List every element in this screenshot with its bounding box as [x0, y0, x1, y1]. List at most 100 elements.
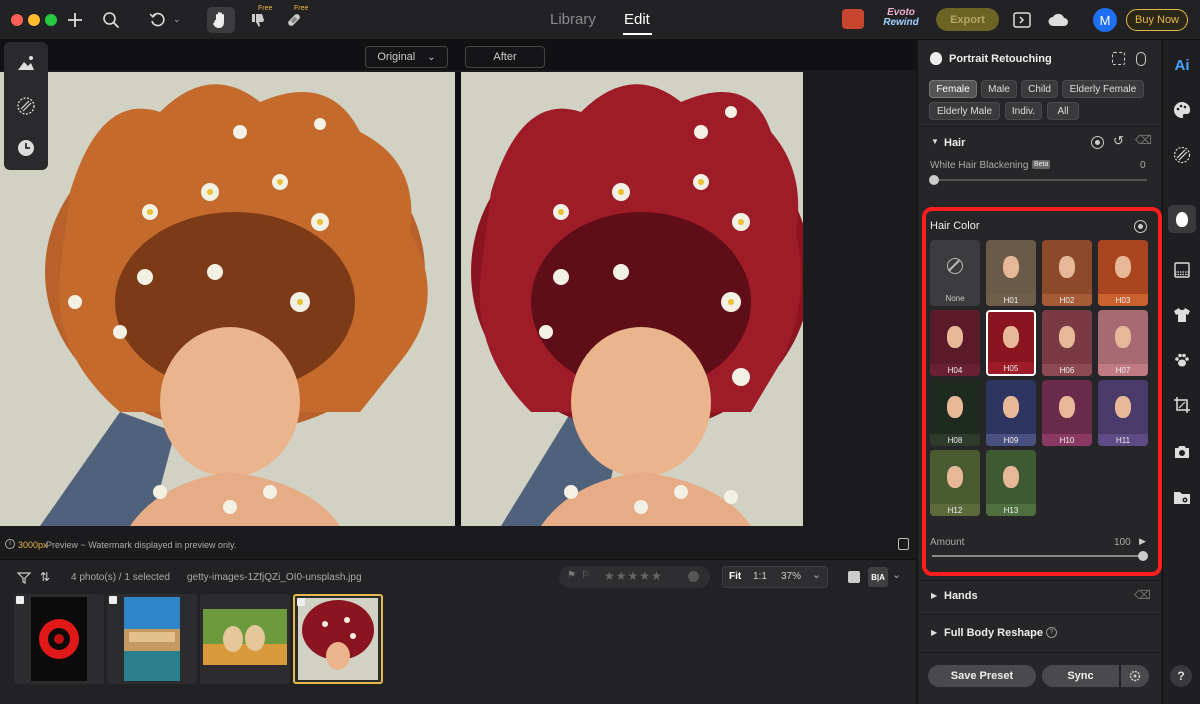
zoom-fit-button[interactable]: Fit: [729, 571, 741, 582]
swatch-h13[interactable]: H13: [986, 450, 1036, 516]
edited-badge-icon: [109, 596, 117, 604]
swatch-h11[interactable]: H11: [1098, 380, 1148, 446]
preset-chip-indiv[interactable]: Indiv.: [1005, 102, 1042, 120]
dislike-tool-button[interactable]: Free: [246, 5, 272, 32]
white-hair-slider-thumb[interactable]: [929, 175, 939, 185]
crop-icon[interactable]: [1172, 395, 1192, 415]
help-button[interactable]: ?: [1170, 665, 1192, 687]
amount-expand-icon[interactable]: ▶: [1139, 536, 1146, 547]
hands-expand-triangle-icon[interactable]: ▶: [931, 591, 937, 600]
swatch-h04[interactable]: H04: [930, 310, 980, 376]
maximize-window-button[interactable]: [45, 14, 57, 26]
eraser-icon[interactable]: ⌫: [1134, 588, 1151, 602]
single-view-icon[interactable]: [848, 571, 860, 583]
portrait-module-button-active[interactable]: [1168, 205, 1196, 233]
swatch-h12[interactable]: H12: [930, 450, 980, 516]
tab-edit[interactable]: Edit: [624, 11, 650, 28]
sidebar-toggle-icon[interactable]: [1010, 8, 1034, 32]
texture-icon[interactable]: [16, 96, 36, 116]
sync-button[interactable]: Sync: [1042, 665, 1119, 687]
face-select-icon[interactable]: [1112, 52, 1125, 65]
preset-chip-child[interactable]: Child: [1021, 80, 1058, 98]
after-photo[interactable]: [461, 72, 803, 526]
add-icon[interactable]: [63, 8, 87, 32]
thumbnail-dogs[interactable]: [200, 594, 290, 684]
search-icon[interactable]: [99, 8, 123, 32]
eye-icon[interactable]: [1134, 220, 1147, 233]
ai-tool-icon[interactable]: Ai: [1172, 55, 1192, 75]
amount-slider-track[interactable]: [932, 555, 1142, 557]
help-circle-icon[interactable]: ?: [1046, 627, 1057, 638]
buy-now-button[interactable]: Buy Now: [1126, 9, 1188, 31]
zoom-1-1-button[interactable]: 1:1: [753, 571, 767, 582]
zoom-level[interactable]: 37%: [781, 571, 801, 582]
thumbnail-hair-portrait-selected[interactable]: [293, 594, 383, 684]
white-hair-slider-track[interactable]: [932, 179, 1147, 181]
hair-collapse-triangle-icon[interactable]: ▼: [931, 137, 939, 146]
landscape-adjust-icon[interactable]: [16, 54, 36, 74]
split-view-icon[interactable]: [898, 538, 909, 550]
paw-icon[interactable]: [1172, 350, 1192, 370]
eye-icon[interactable]: [1091, 136, 1104, 149]
swatch-none[interactable]: None: [930, 240, 980, 306]
swatch-h08[interactable]: H08: [930, 380, 980, 446]
zoom-chevron-icon[interactable]: ⌄: [812, 568, 821, 581]
amount-slider-thumb[interactable]: [1138, 551, 1148, 561]
history-clock-icon[interactable]: [16, 138, 36, 158]
avatar[interactable]: M: [1093, 8, 1117, 32]
swatch-h05-selected[interactable]: H05: [986, 310, 1036, 376]
background-icon[interactable]: [1172, 260, 1192, 280]
swatch-h06[interactable]: H06: [1042, 310, 1092, 376]
preset-chip-elderly-male[interactable]: Elderly Male: [929, 102, 1000, 120]
folder-view-icon[interactable]: [1172, 488, 1192, 508]
texture-pattern-icon[interactable]: [1172, 145, 1192, 165]
filter-icon[interactable]: [16, 571, 32, 584]
star-rating[interactable]: ★★★★★: [604, 569, 663, 583]
hair-section-title[interactable]: Hair: [944, 137, 965, 149]
camera-icon[interactable]: [1172, 442, 1192, 462]
swatch-h03[interactable]: H03: [1098, 240, 1148, 306]
white-hair-label: White Hair Blackening: [930, 160, 1029, 171]
swatch-label: H06: [1042, 364, 1092, 376]
save-preset-button[interactable]: Save Preset: [928, 665, 1036, 687]
tshirt-icon[interactable]: [1172, 305, 1192, 325]
swatch-h01[interactable]: H01: [986, 240, 1036, 306]
preset-chip-female[interactable]: Female: [929, 80, 977, 98]
before-after-view-button[interactable]: B|A: [868, 567, 888, 587]
evoto-rewind-badge[interactable]: Evoto Rewind: [876, 8, 926, 32]
original-dropdown[interactable]: Original ⌄: [365, 46, 448, 68]
reset-icon[interactable]: ↺: [1113, 133, 1124, 149]
palette-icon[interactable]: [1172, 100, 1192, 120]
preset-chip-male[interactable]: Male: [981, 80, 1017, 98]
preset-chip-all[interactable]: All: [1047, 102, 1079, 120]
bandage-tool-button[interactable]: Free: [282, 5, 308, 32]
view-mode-chevron-icon[interactable]: ⌄: [892, 568, 901, 581]
close-window-button[interactable]: [11, 14, 23, 26]
sync-settings-button[interactable]: [1121, 665, 1149, 687]
flag-icon[interactable]: ⚑: [567, 570, 576, 581]
tab-library[interactable]: Library: [550, 11, 596, 28]
swatch-h02[interactable]: H02: [1042, 240, 1092, 306]
undo-icon[interactable]: [146, 8, 170, 32]
hand-tool-button[interactable]: [207, 7, 235, 33]
hands-section-title[interactable]: Hands: [944, 590, 978, 602]
export-button[interactable]: Export: [936, 8, 999, 31]
preset-chip-elderly-female[interactable]: Elderly Female: [1062, 80, 1144, 98]
color-label-dot[interactable]: [688, 571, 699, 582]
sort-icon[interactable]: ⇅: [40, 570, 50, 584]
swatch-h09[interactable]: H09: [986, 380, 1036, 446]
thumbnail-buildings[interactable]: [107, 594, 197, 684]
minimize-window-button[interactable]: [28, 14, 40, 26]
full-body-section-title[interactable]: Full Body Reshape: [944, 627, 1043, 639]
cloud-icon[interactable]: [1046, 8, 1070, 32]
swatch-h07[interactable]: H07: [1098, 310, 1148, 376]
link-icon[interactable]: [1136, 52, 1146, 66]
eraser-icon[interactable]: ⌫: [1135, 133, 1152, 147]
gift-icon[interactable]: [842, 9, 864, 29]
thumbnail-spiral[interactable]: [14, 594, 104, 684]
undo-history-chevron-icon[interactable]: ⌄: [173, 14, 181, 25]
full-body-expand-triangle-icon[interactable]: ▶: [931, 628, 937, 637]
reject-flag-icon[interactable]: ⚐: [581, 570, 590, 581]
swatch-h10[interactable]: H10: [1042, 380, 1092, 446]
original-photo[interactable]: [0, 72, 455, 526]
